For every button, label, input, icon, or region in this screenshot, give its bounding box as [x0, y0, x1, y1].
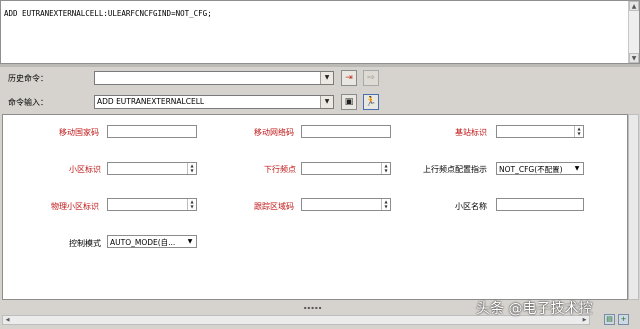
form-vertical-scrollbar[interactable] [628, 114, 639, 300]
cell-id-stepper[interactable]: ▲ ▼ [107, 162, 197, 175]
run-person-icon: 🏃 [365, 97, 377, 107]
insert-history-button[interactable]: ⇥ [341, 70, 357, 86]
chevron-down-icon[interactable]: ▼ [572, 163, 582, 174]
ul-earfcn-ind-select[interactable]: NOT_CFG(不配置) ▼ [496, 162, 584, 175]
history-command-label: 历史命令： [8, 74, 48, 83]
scroll-up-arrow-icon[interactable]: ▲ [629, 1, 639, 11]
ul-earfcn-ind-label: 上行频点配置指示 [423, 165, 487, 174]
watermark-text: 头条 @电子技术控 [476, 301, 593, 317]
spinner-arrows-icon[interactable]: ▲ ▼ [381, 199, 390, 210]
history-command-combo[interactable]: ▼ [94, 71, 334, 85]
cell-id-label: 小区标识 [69, 165, 101, 174]
parameter-form: 移动国家码 移动网络码 基站标识 ▲ ▼ 小区标识 ▲ ▼ 下行频点 ▲ ▼ 上行频点… [2, 114, 628, 300]
cell-name-input[interactable] [496, 198, 584, 211]
spinner-arrows-icon[interactable]: ▲ ▼ [381, 163, 390, 174]
enodeb-id-stepper[interactable]: ▲ ▼ [496, 125, 584, 138]
window-icon: ▣ [344, 97, 354, 107]
tac-stepper[interactable]: ▲ ▼ [301, 198, 391, 211]
chevron-down-icon[interactable]: ▼ [320, 96, 333, 108]
mcc-input[interactable] [107, 125, 197, 138]
control-mode-label: 控制模式 [69, 239, 101, 248]
command-help-button[interactable]: ▣ [341, 94, 357, 110]
dl-earfcn-label: 下行频点 [264, 165, 296, 174]
command-output-area[interactable]: ADD EUTRANEXTERNALCELL:ULEARFCNCFGIND=NO… [0, 0, 640, 64]
control-mode-select[interactable]: AUTO_MODE(自... ▼ [107, 235, 197, 248]
execute-command-button[interactable]: 🏃 [363, 94, 379, 110]
command-output-text: ADD EUTRANEXTERNALCELL:ULEARFCNCFGIND=NO… [4, 9, 212, 18]
cell-name-label: 小区名称 [455, 202, 487, 211]
chevron-down-icon[interactable]: ▼ [185, 236, 195, 247]
ul-earfcn-ind-value: NOT_CFG(不配置) [499, 165, 563, 174]
command-input-combo[interactable]: ADD EUTRANEXTERNALCELL ▼ [94, 95, 334, 109]
export-arrow-icon: ⇨ [367, 73, 375, 83]
mnc-label: 移动网络码 [254, 128, 294, 137]
dl-earfcn-stepper[interactable]: ▲ ▼ [301, 162, 391, 175]
control-mode-value: AUTO_MODE(自... [110, 238, 176, 247]
output-vertical-scrollbar[interactable]: ▲ ▼ [628, 1, 639, 63]
command-input-label: 命令输入： [8, 98, 48, 107]
tac-label: 跟踪区域码 [254, 202, 294, 211]
add-icon[interactable]: + [618, 314, 629, 325]
mnc-input[interactable] [301, 125, 391, 138]
save-icon[interactable]: ▤ [604, 314, 615, 325]
run-history-button[interactable]: ⇨ [363, 70, 379, 86]
command-panel: 历史命令： ▼ ⇥ ⇨ 命令输入： ADD EUTRANEXTERNALCELL… [0, 67, 640, 113]
splitter-handle[interactable]: ▪▪▪▪▪ [300, 306, 326, 310]
pci-label: 物理小区标识 [51, 202, 99, 211]
spinner-arrows-icon[interactable]: ▲ ▼ [187, 199, 196, 210]
scroll-down-arrow-icon[interactable]: ▼ [629, 53, 639, 63]
import-arrow-icon: ⇥ [345, 73, 353, 83]
enodeb-id-label: 基站标识 [455, 128, 487, 137]
command-input-value: ADD EUTRANEXTERNALCELL [97, 97, 205, 106]
scroll-left-arrow-icon[interactable]: ◀ [3, 316, 12, 324]
mcc-label: 移动国家码 [59, 128, 99, 137]
pci-stepper[interactable]: ▲ ▼ [107, 198, 197, 211]
spinner-arrows-icon[interactable]: ▲ ▼ [574, 126, 583, 137]
spinner-arrows-icon[interactable]: ▲ ▼ [187, 163, 196, 174]
chevron-down-icon[interactable]: ▼ [320, 72, 333, 84]
